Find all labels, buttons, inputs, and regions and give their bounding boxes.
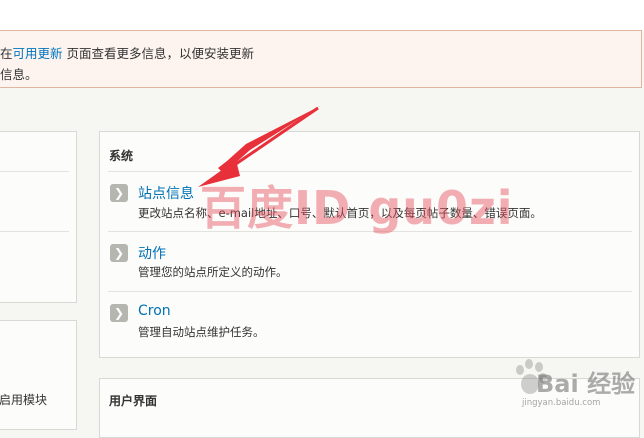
notice-line-2: 信息。 [0,67,38,82]
chevron-right-icon: ❯ [110,244,128,262]
list-item-actions[interactable]: ❯ 动作 管理您的站点所定义的动作。 [100,232,639,290]
top-strip [0,0,644,30]
watermark-text: 百度ID gu0zi [200,181,514,235]
notice-line-1: 在可用更新 页面查看更多信息，以便安装更新 [0,43,254,62]
left-panel-text: 启用模块 [0,393,48,407]
baidu-jingyan-logo: Bai 经验 jingyan.baidu.com [510,354,640,416]
update-notice: 在可用更新 页面查看更多信息，以便安装更新 信息。 [0,30,642,88]
left-panel-top [0,131,77,303]
system-title: 系统 [109,149,134,163]
actions-desc: 管理您的站点所定义的动作。 [138,265,288,279]
cron-desc: 管理自动站点维护任务。 [138,325,265,339]
chevron-right-icon: ❯ [110,304,128,322]
left-divider [0,171,69,172]
left-panel-bottom: 启用模块 [0,320,77,430]
site-info-link[interactable]: 站点信息 [138,183,194,203]
notice-suffix: 页面查看更多信息，以便安装更新 [62,46,255,61]
left-divider [0,231,69,232]
cron-link[interactable]: Cron [138,303,171,319]
chevron-right-icon: ❯ [110,184,128,202]
user-interface-title: 用户界面 [109,394,158,408]
actions-link[interactable]: 动作 [138,243,166,263]
system-panel: 系统 ❯ 站点信息 更改站点名称、e-mail地址、口号、默认首页，以及每页帖子… [99,131,640,358]
logo-brand: Bai 经验 [536,370,636,398]
notice-prefix: 在 [0,46,13,61]
available-updates-link[interactable]: 可用更新 [13,46,63,61]
list-item-cron[interactable]: ❯ Cron 管理自动站点维护任务。 [100,292,639,350]
logo-url: jingyan.baidu.com [522,398,601,408]
